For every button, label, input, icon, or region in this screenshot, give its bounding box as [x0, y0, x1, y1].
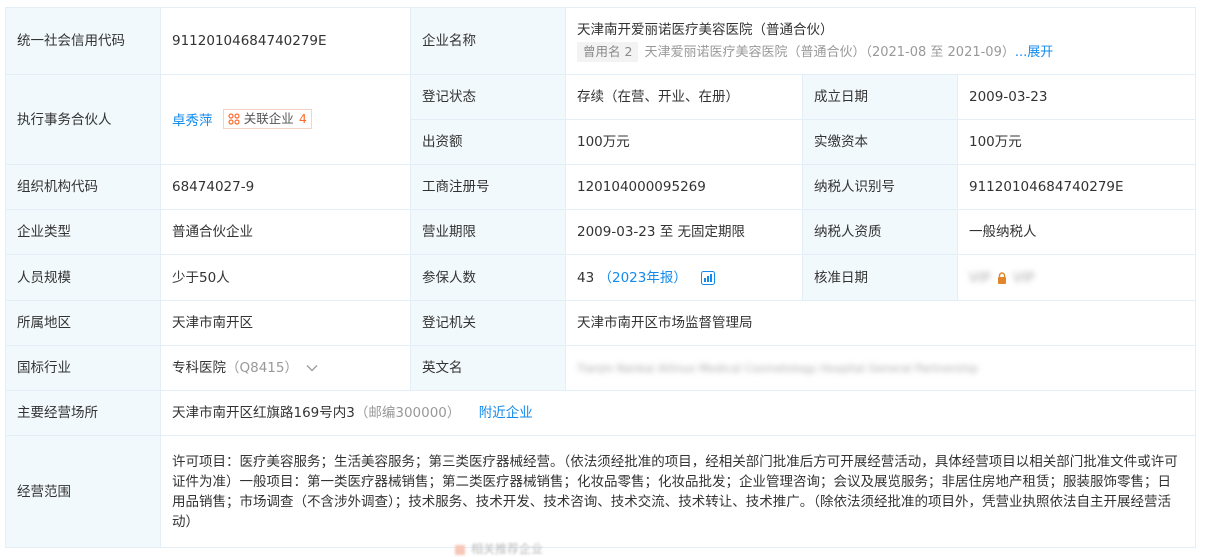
company-info-panel: 统一社会信用代码 91120104684740279E 企业名称 天津南开爱丽诺… — [0, 0, 1223, 556]
partner-label: 执行事务合伙人 — [5, 74, 161, 165]
recommend-icon — [455, 544, 465, 555]
insured-label: 参保人数 — [410, 254, 566, 301]
paid-capital-label: 实缴资本 — [802, 119, 958, 165]
contribution-label: 出资额 — [410, 119, 566, 165]
related-companies-tag[interactable]: 关联企业 4 — [222, 108, 312, 129]
company-type-value: 普通合伙企业 — [160, 209, 411, 255]
table-row: 统一社会信用代码 91120104684740279E 企业名称 天津南开爱丽诺… — [5, 7, 1196, 75]
industry-code: （Q8415） — [226, 360, 298, 376]
biz-period-value: 2009-03-23 至 无固定期限 — [565, 209, 803, 255]
table-row: 所属地区 天津市南开区 登记机关 天津市南开区市场监督管理局 — [5, 300, 1196, 346]
paid-capital-value: 100万元 — [957, 119, 1196, 165]
scope-value: 许可项目：医疗美容服务；生活美容服务；第三类医疗器械经营。（依法须经批准的项目，… — [160, 435, 1196, 548]
reg-status-label: 登记状态 — [410, 74, 566, 120]
table-row: 经营范围 许可项目：医疗美容服务；生活美容服务；第三类医疗器械经营。（依法须经批… — [5, 435, 1196, 548]
table-row: 组织机构代码 68474027-9 工商注册号 120104000095269 … — [5, 164, 1196, 210]
expand-former-names-link[interactable]: ...展开 — [1015, 45, 1053, 60]
english-name-cell[interactable]: Tianjin Nankai Ailinuo Medical Cosmetolo… — [565, 345, 1196, 391]
table-row: 执行事务合伙人 卓秀萍 关联企业 4 登记状态 存续（在营、开业、在册） 成立日期… — [5, 74, 1196, 165]
former-period: （2021-08 至 2021-09） — [865, 44, 1015, 60]
address-postcode: （邮编300000） — [354, 405, 461, 421]
annual-report-link[interactable]: （2023年报） — [598, 270, 686, 286]
founded-value: 2009-03-23 — [957, 74, 1196, 120]
industry-label: 国标行业 — [5, 345, 161, 391]
partner-cell: 卓秀萍 关联企业 4 — [160, 74, 411, 165]
founded-label: 成立日期 — [802, 74, 958, 120]
contribution-value: 100万元 — [565, 119, 803, 165]
table-row: 企业类型 普通合伙企业 营业期限 2009-03-23 至 无固定期限 纳税人资… — [5, 209, 1196, 255]
address-cell: 天津市南开区红旗路169号内3（邮编300000） 附近企业 — [160, 390, 1196, 436]
lock-icon — [997, 271, 1006, 284]
credit-code-value: 91120104684740279E — [160, 7, 411, 75]
approve-date-blur-left: VIP — [969, 269, 991, 286]
company-name-cell: 天津南开爱丽诺医疗美容医院（普通合伙） 曾用名 2 天津爱丽诺医疗美容医院（普通合… — [565, 7, 1196, 75]
taxpayer-id-label: 纳税人识别号 — [802, 164, 958, 210]
credit-code-label: 统一社会信用代码 — [5, 7, 161, 75]
address-label: 主要经营场所 — [5, 390, 161, 436]
former-name: 天津爱丽诺医疗美容医院（普通合伙） — [644, 44, 866, 60]
industry-value: 专科医院 — [172, 360, 226, 376]
address-value: 天津市南开区红旗路169号内3 — [172, 405, 355, 421]
english-name-blurred: Tianjin Nankai Ailinuo Medical Cosmetolo… — [577, 361, 979, 375]
company-name-value: 天津南开爱丽诺医疗美容医院（普通合伙） — [577, 21, 834, 38]
related-companies-count: 4 — [298, 110, 307, 126]
partner-name-link[interactable]: 卓秀萍 — [172, 113, 213, 129]
former-names-row: 曾用名 2 天津爱丽诺医疗美容医院（普通合伙）（2021-08 至 2021-09… — [577, 41, 1184, 63]
reg-authority-value: 天津市南开区市场监督管理局 — [565, 300, 1196, 346]
english-name-label: 英文名 — [410, 345, 566, 391]
biz-reg-no-label: 工商注册号 — [410, 164, 566, 210]
former-name-tag[interactable]: 曾用名 2 — [577, 41, 639, 62]
region-label: 所属地区 — [5, 300, 161, 346]
relate-network-icon — [228, 112, 240, 125]
related-companies-label: 关联企业 — [243, 110, 294, 126]
scope-label: 经营范围 — [5, 435, 161, 548]
biz-period-label: 营业期限 — [410, 209, 566, 255]
bottom-recommend-text: 相关推荐企业 — [471, 542, 544, 556]
org-code-label: 组织机构代码 — [5, 164, 161, 210]
company-info-table: 统一社会信用代码 91120104684740279E 企业名称 天津南开爱丽诺… — [5, 7, 1196, 548]
approve-date-blur-right: VIP — [1012, 269, 1035, 286]
table-row: 人员规模 少于50人 参保人数 43 （2023年报） 核准日期 VIP VIP — [5, 254, 1196, 301]
nearby-companies-link[interactable]: 附近企业 — [479, 405, 533, 421]
insured-count: 43 — [577, 269, 595, 286]
approve-date-cell[interactable]: VIP VIP — [957, 254, 1196, 301]
company-name-label: 企业名称 — [410, 7, 566, 75]
table-row: 主要经营场所 天津市南开区红旗路169号内3（邮编300000） 附近企业 — [5, 390, 1196, 436]
company-type-label: 企业类型 — [5, 209, 161, 255]
staff-size-value: 少于50人 — [160, 254, 411, 301]
reg-status-value: 存续（在营、开业、在册） — [565, 74, 803, 120]
org-code-value: 68474027-9 — [160, 164, 411, 210]
industry-cell[interactable]: 专科医院（Q8415） — [160, 345, 411, 391]
taxpayer-id-value: 91120104684740279E — [957, 164, 1196, 210]
region-value: 天津市南开区 — [160, 300, 411, 346]
chart-icon[interactable] — [699, 269, 717, 287]
reg-authority-label: 登记机关 — [410, 300, 566, 346]
table-row: 国标行业 专科医院（Q8415） 英文名 Tianjin Nankai Aili… — [5, 345, 1196, 391]
staff-size-label: 人员规模 — [5, 254, 161, 301]
insured-cell: 43 （2023年报） — [565, 254, 803, 301]
chevron-down-icon[interactable] — [306, 364, 318, 372]
taxpayer-qual-label: 纳税人资质 — [802, 209, 958, 255]
biz-reg-no-value: 120104000095269 — [565, 164, 803, 210]
approve-date-label: 核准日期 — [802, 254, 958, 301]
taxpayer-qual-value: 一般纳税人 — [957, 209, 1196, 255]
